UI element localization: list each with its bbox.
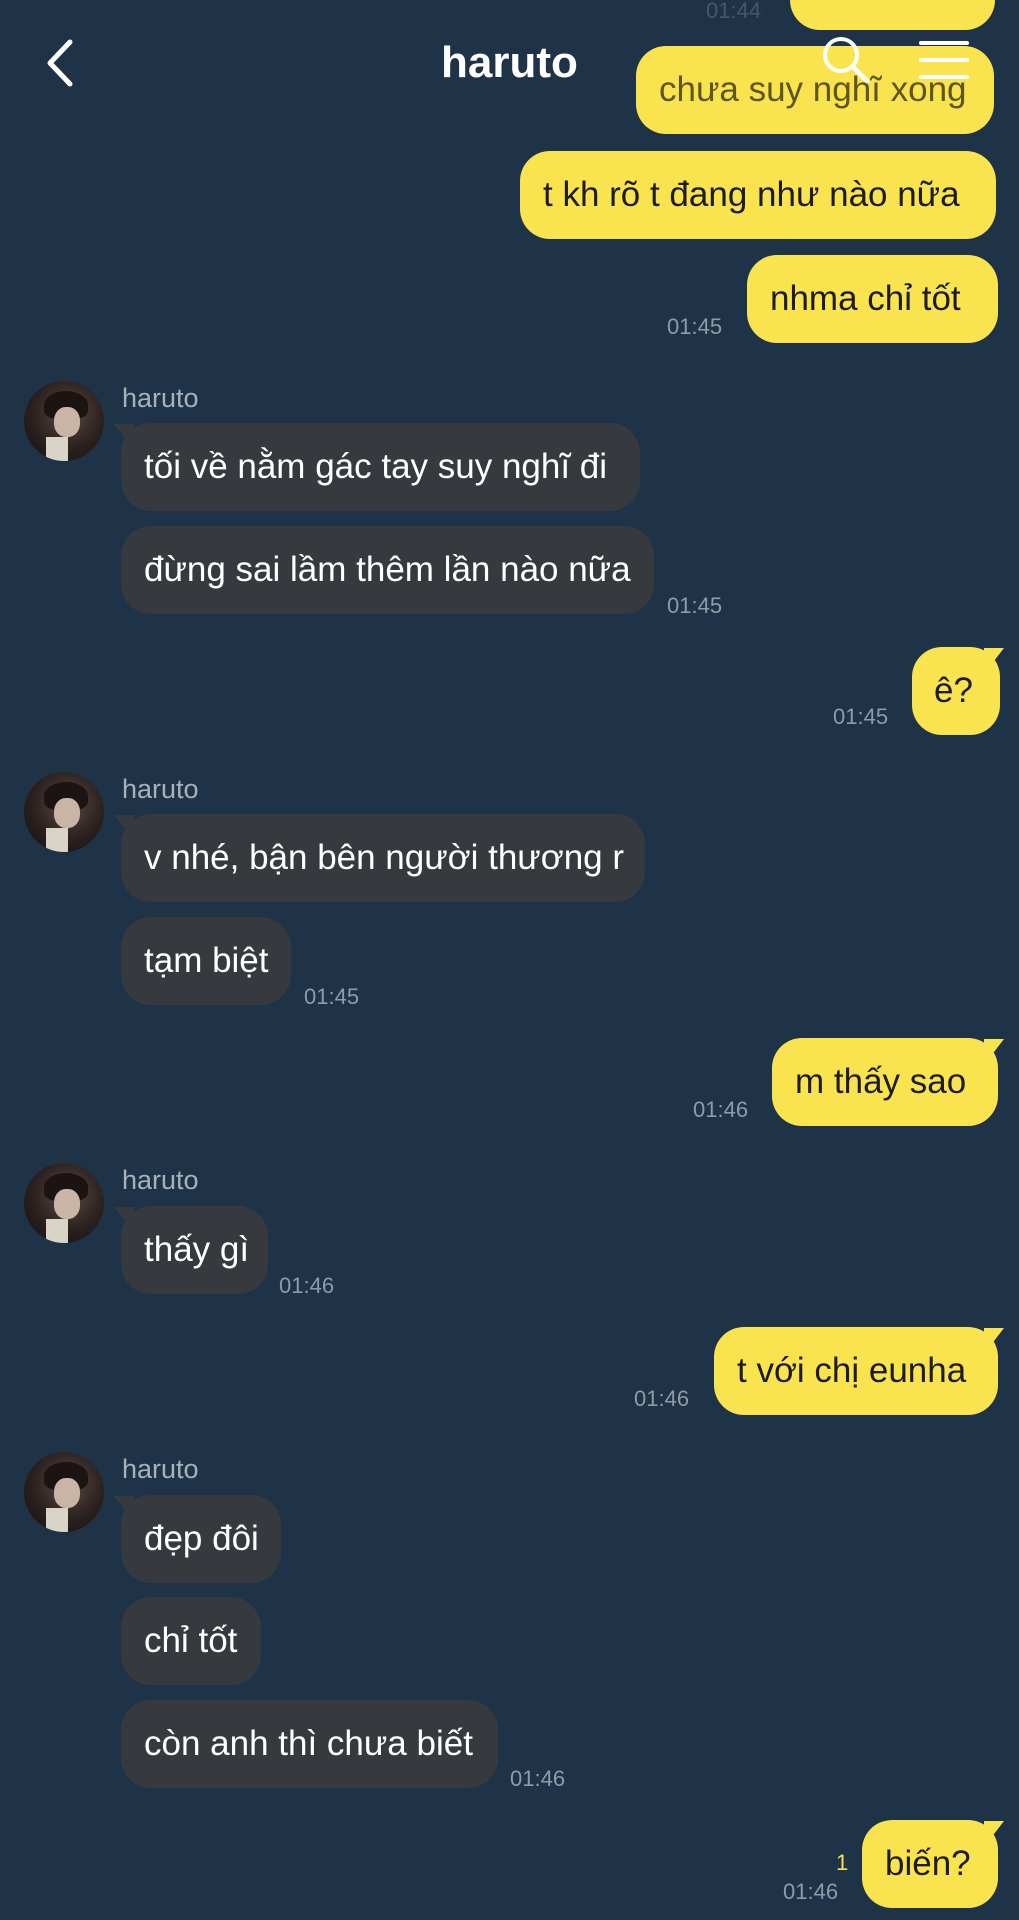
menu-button[interactable]: [918, 38, 970, 82]
message-bubble-outgoing[interactable]: nhma chỉ tốt: [747, 255, 998, 343]
message-timestamp: 01:45: [304, 984, 360, 1009]
message-timestamp: 01:46: [693, 1097, 749, 1122]
message-timestamp: 01:45: [667, 593, 723, 618]
search-icon: [823, 37, 870, 84]
avatar[interactable]: [24, 381, 104, 461]
avatar[interactable]: [24, 772, 104, 852]
sender-name: haruto: [122, 1165, 199, 1195]
hamburger-menu-icon: [919, 41, 969, 79]
avatar[interactable]: [24, 1452, 104, 1532]
message-bubble-incoming[interactable]: đẹp đôi: [121, 1495, 281, 1583]
message-bubble-outgoing[interactable]: t với chị eunha: [714, 1327, 998, 1415]
message-bubble-incoming[interactable]: đừng sai lầm thêm lần nào nữa: [121, 526, 654, 614]
message-timestamp: 01:46: [783, 1879, 839, 1904]
message-bubble-incoming[interactable]: tối về nằm gác tay suy nghĩ đi: [121, 423, 640, 511]
sender-name: haruto: [122, 383, 199, 413]
bubble-tail: [984, 1039, 1004, 1065]
avatar[interactable]: [24, 1163, 104, 1243]
unread-count: 1: [836, 1850, 849, 1875]
message-timestamp: 01:46: [634, 1386, 690, 1411]
sender-name: haruto: [122, 774, 199, 804]
message-bubble-incoming[interactable]: thấy gì: [121, 1206, 268, 1294]
message-timestamp: 01:45: [833, 704, 889, 729]
message-timestamp: 01:45: [667, 314, 723, 339]
message-bubble-incoming[interactable]: chỉ tốt: [121, 1597, 261, 1685]
message-timestamp: 01:46: [279, 1273, 335, 1298]
chat-header: haruto: [0, 0, 1019, 120]
message-bubble-outgoing[interactable]: m thấy sao: [772, 1038, 998, 1126]
message-bubble-incoming[interactable]: còn anh thì chưa biết: [121, 1700, 498, 1788]
bubble-tail: [984, 648, 1004, 674]
message-bubble-incoming[interactable]: v nhé, bận bên người thương r: [121, 814, 645, 902]
message-bubble-outgoing[interactable]: t kh rõ t đang như nào nữa: [520, 151, 996, 239]
message-timestamp: 01:46: [510, 1766, 566, 1791]
bubble-tail: [984, 1821, 1004, 1847]
bubble-tail: [984, 1328, 1004, 1354]
search-button[interactable]: [820, 34, 872, 86]
message-bubble-outgoing[interactable]: biến?: [862, 1820, 998, 1908]
message-bubble-incoming[interactable]: tạm biệt: [121, 917, 291, 1005]
sender-name: haruto: [122, 1454, 199, 1484]
